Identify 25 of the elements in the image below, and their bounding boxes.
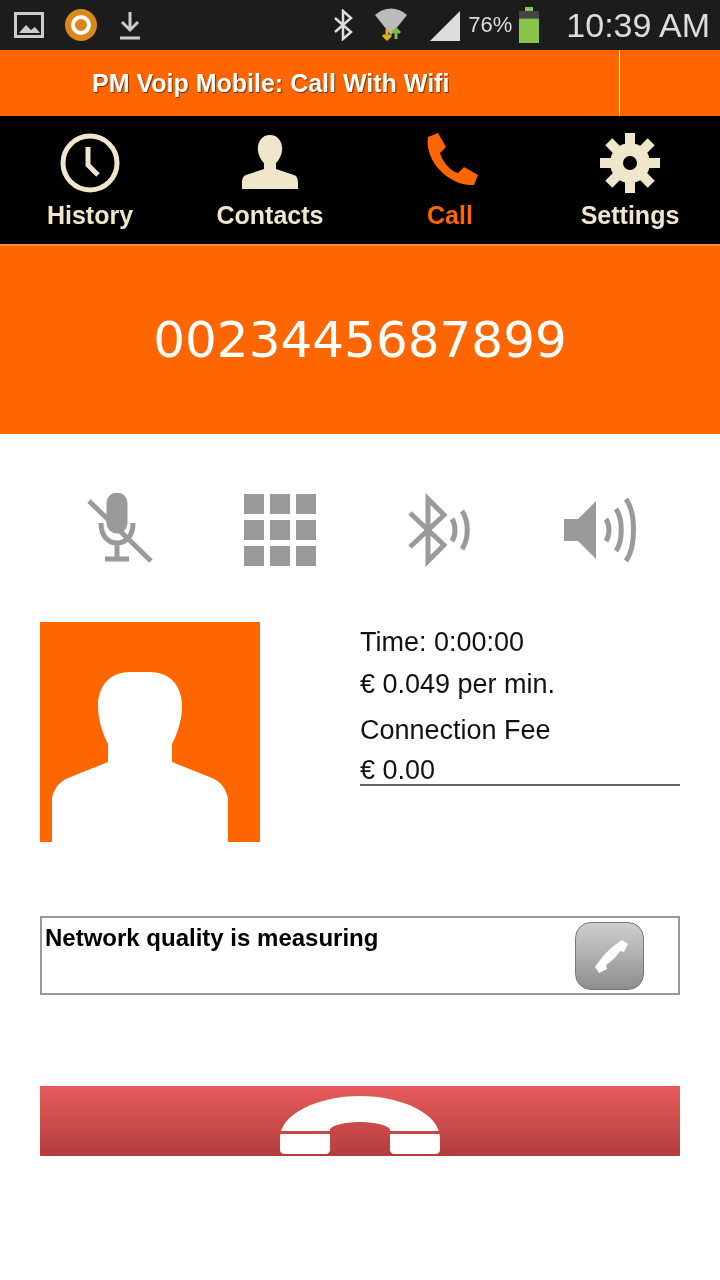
image-icon [14,12,44,38]
app-title: PM Voip Mobile: Call With Wifi [92,68,450,98]
nav-tab[interactable]: History [0,116,180,244]
network-quality-message: Network quality is measuring [45,924,379,953]
nav-tab[interactable]: Settings [540,116,720,244]
signal-icon [428,9,463,41]
call-time: Time: 0:00:00 [360,626,526,658]
connection-fee: € 0.00 [360,754,437,786]
hang-up-button[interactable] [40,1086,680,1156]
battery-icon [518,7,541,43]
network-call-button[interactable] [575,922,644,990]
clock-time: 10:39 AM [566,5,710,45]
settings-icon [598,130,662,195]
call-rate: € 0.049 per min. [360,668,557,700]
download-icon [118,10,142,40]
hang-up-icon [278,1094,442,1156]
connection-fee-label: Connection Fee [360,714,552,746]
nav-tab[interactable]: Contacts [180,116,360,244]
app-icon [64,8,98,42]
bluetooth-icon [332,9,355,41]
wifi-icon [374,7,409,43]
nav-tab[interactable]: Call [360,116,540,244]
dialed-number: 0023445687899 [153,311,567,369]
battery-percentage: 76% [468,12,513,38]
keypad-icon [244,494,316,566]
